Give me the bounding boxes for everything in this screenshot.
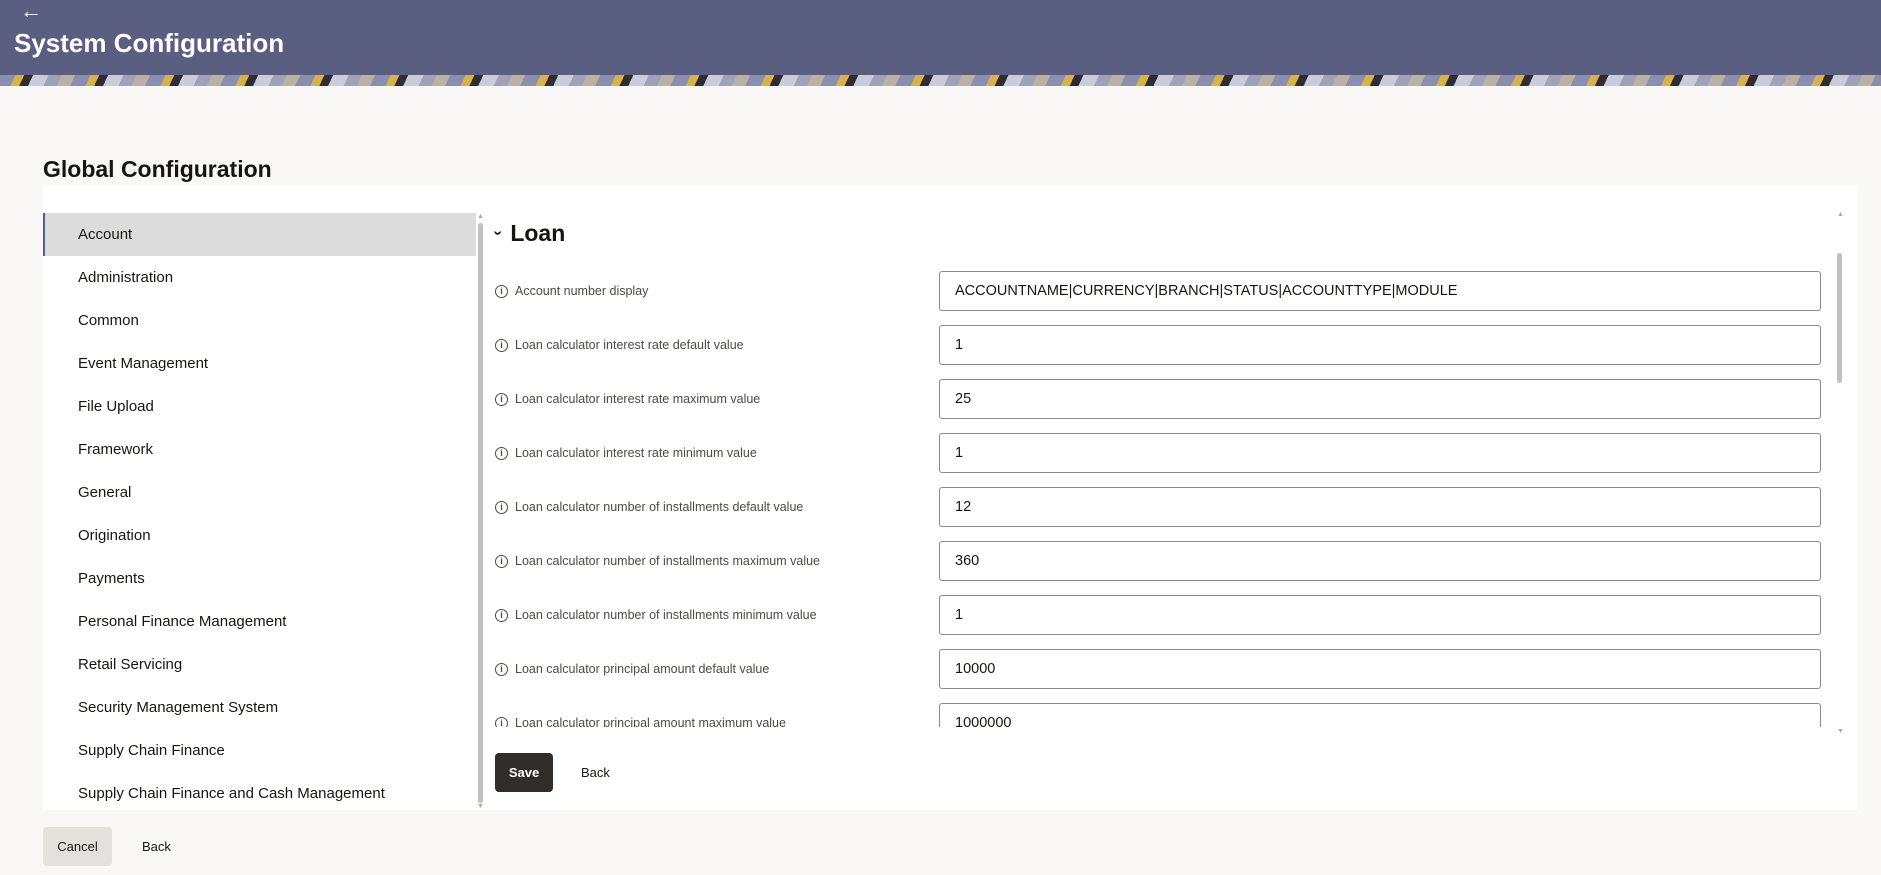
content-scroll-thumb[interactable]: [1837, 253, 1842, 383]
info-icon[interactable]: i: [495, 554, 508, 568]
bottom-back-button[interactable]: Back: [136, 827, 177, 866]
info-icon[interactable]: i: [495, 716, 508, 727]
info-icon[interactable]: i: [495, 392, 508, 406]
field-label: Loan calculator interest rate maximum va…: [515, 392, 761, 406]
scroll-up-icon[interactable]: ▲: [477, 213, 484, 220]
field-label: Loan calculator principal amount default…: [515, 662, 770, 676]
installments-default-input[interactable]: [939, 487, 1821, 527]
field-label: Loan calculator number of installments m…: [515, 554, 820, 568]
sidebar-nav: Account Administration Common Event Mana…: [43, 213, 476, 810]
field-row: i Loan calculator interest rate minimum v…: [495, 433, 1865, 487]
sidebar-item-event-management[interactable]: Event Management: [43, 342, 476, 385]
sidebar-item-file-upload[interactable]: File Upload: [43, 385, 476, 428]
chevron-down-icon: ›: [489, 230, 507, 236]
interest-rate-maximum-input[interactable]: [939, 379, 1821, 419]
content-scrollbar[interactable]: ▲ ▼: [1835, 211, 1845, 735]
section-header-loan[interactable]: › Loan: [490, 213, 566, 253]
header-banner: [0, 75, 1881, 86]
content-area: › Loan i Account number display i Loan cal…: [490, 211, 1855, 810]
sidebar-item-framework[interactable]: Framework: [43, 428, 476, 471]
field-row: i Account number display: [495, 271, 1865, 325]
sidebar-scrollbar[interactable]: ▲ ▼: [477, 213, 485, 810]
page-title: Global Configuration: [43, 156, 272, 182]
sidebar-item-origination[interactable]: Origination: [43, 514, 476, 557]
arrow-left-icon[interactable]: ←: [20, 0, 42, 22]
sidebar-item-security-management-system[interactable]: Security Management System: [43, 686, 476, 729]
interest-rate-default-input[interactable]: [939, 325, 1821, 365]
field-list: i Account number display i Loan calculator…: [495, 271, 1865, 727]
app-title: System Configuration: [14, 28, 285, 58]
principal-amount-default-input[interactable]: [939, 649, 1821, 689]
field-row: i Loan calculator interest rate default v…: [495, 325, 1865, 379]
config-panel: Account Administration Common Event Mana…: [43, 185, 1858, 810]
field-label: Loan calculator principal amount maximum…: [515, 716, 786, 727]
field-label: Loan calculator number of installments d…: [515, 500, 804, 514]
field-row: i Loan calculator principal amount defaul…: [495, 649, 1865, 703]
scroll-up-icon[interactable]: ▲: [1837, 211, 1844, 218]
field-row: i Loan calculator principal amount maximu…: [495, 703, 1865, 727]
account-number-display-input[interactable]: [939, 271, 1821, 311]
sidebar-item-general[interactable]: General: [43, 471, 476, 514]
info-icon[interactable]: i: [495, 608, 508, 622]
section-title: Loan: [510, 219, 566, 246]
sidebar-item-administration[interactable]: Administration: [43, 256, 476, 299]
field-label: Account number display: [515, 284, 649, 298]
info-icon[interactable]: i: [495, 662, 508, 676]
sidebar-item-supply-chain-finance-cash-management[interactable]: Supply Chain Finance and Cash Management: [43, 772, 476, 810]
principal-amount-maximum-input[interactable]: [939, 703, 1821, 727]
sidebar-item-personal-finance-management[interactable]: Personal Finance Management: [43, 600, 476, 643]
back-button[interactable]: Back: [575, 753, 616, 792]
app-header: ← System Configuration: [0, 0, 1881, 75]
field-label: Loan calculator interest rate default va…: [515, 338, 744, 352]
scroll-down-icon[interactable]: ▼: [1837, 728, 1844, 735]
field-row: i Loan calculator number of installments …: [495, 595, 1865, 649]
scroll-down-icon[interactable]: ▼: [477, 803, 484, 810]
sidebar-item-common[interactable]: Common: [43, 299, 476, 342]
sidebar-scroll-thumb[interactable]: [478, 223, 483, 803]
sidebar-item-retail-servicing[interactable]: Retail Servicing: [43, 643, 476, 686]
field-row: i Loan calculator number of installments …: [495, 487, 1865, 541]
info-icon[interactable]: i: [495, 500, 508, 514]
installments-minimum-input[interactable]: [939, 595, 1821, 635]
field-row: i Loan calculator interest rate maximum v…: [495, 379, 1865, 433]
field-row: i Loan calculator number of installments …: [495, 541, 1865, 595]
interest-rate-minimum-input[interactable]: [939, 433, 1821, 473]
info-icon[interactable]: i: [495, 338, 508, 352]
sidebar-item-account[interactable]: Account: [43, 213, 476, 256]
save-button[interactable]: Save: [495, 753, 553, 792]
field-label: Loan calculator interest rate minimum va…: [515, 446, 757, 460]
sidebar-item-supply-chain-finance[interactable]: Supply Chain Finance: [43, 729, 476, 772]
cancel-button[interactable]: Cancel: [43, 827, 112, 866]
sidebar-item-payments[interactable]: Payments: [43, 557, 476, 600]
info-icon[interactable]: i: [495, 284, 508, 298]
field-label: Loan calculator number of installments m…: [515, 608, 817, 622]
info-icon[interactable]: i: [495, 446, 508, 460]
installments-maximum-input[interactable]: [939, 541, 1821, 581]
